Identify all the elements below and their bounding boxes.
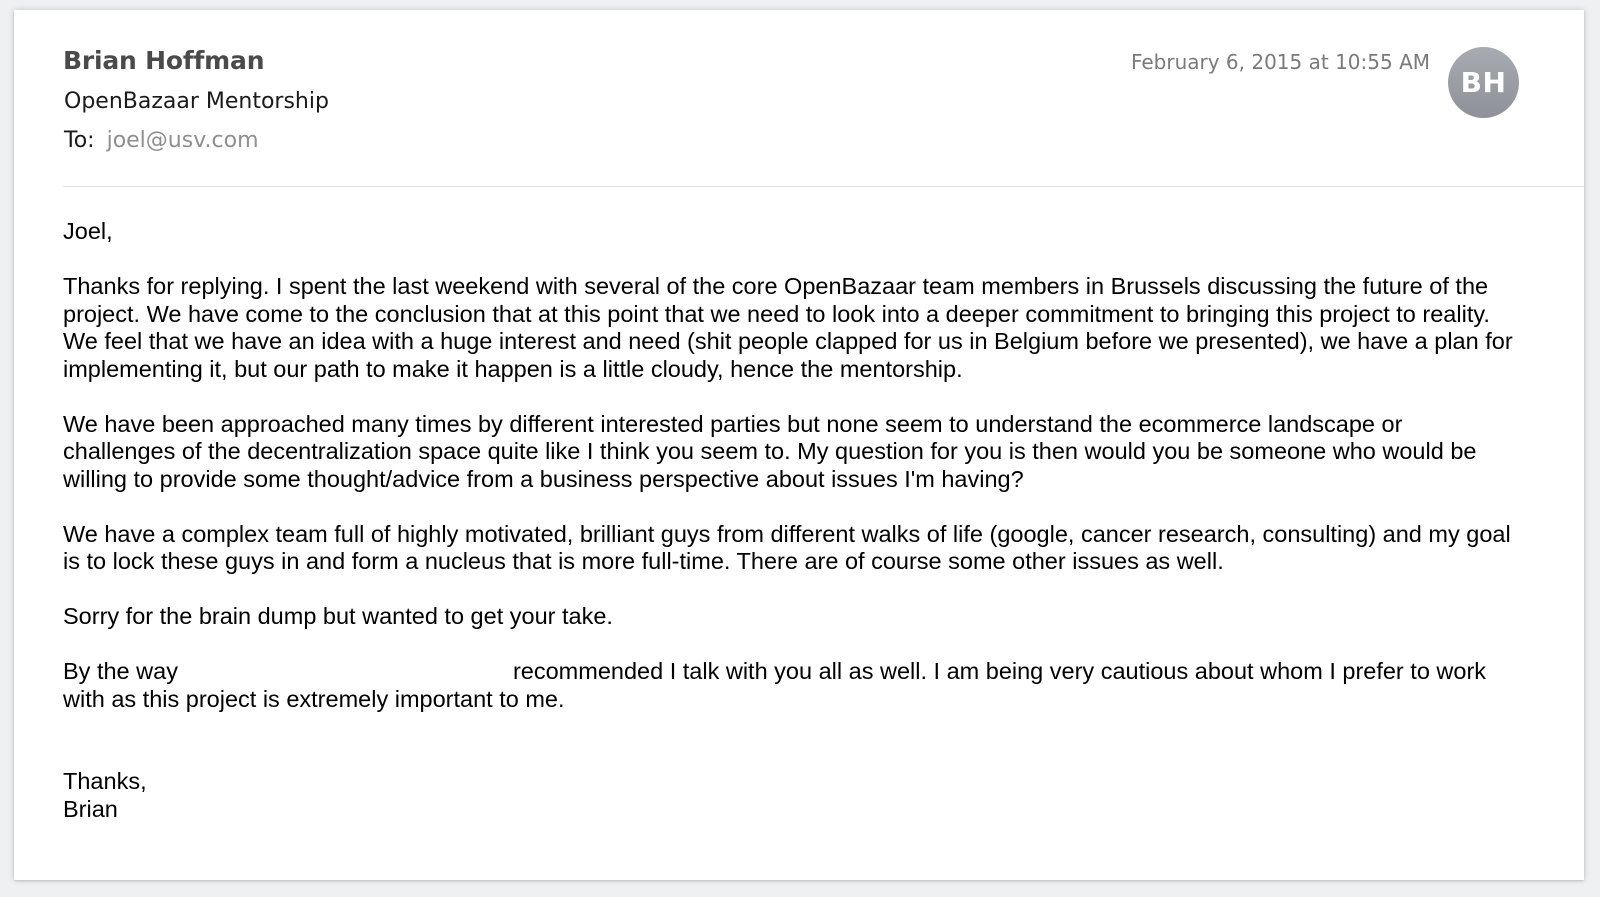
email-timestamp: February 6, 2015 at 10:55 AM xyxy=(1130,50,1430,74)
email-message-card: Brian Hoffman OpenBazaar Mentorship To: j… xyxy=(14,10,1584,880)
paragraph-5-start: By the way xyxy=(63,658,178,684)
signature: Brian xyxy=(63,795,118,822)
sender-name[interactable]: Brian Hoffman xyxy=(63,46,264,75)
body-paragraph-2: We have been approached many times by di… xyxy=(63,410,1477,492)
body-paragraph-1: Thanks for replying. I spent the last we… xyxy=(63,273,1513,382)
signoff: Thanks, xyxy=(63,768,147,794)
paragraph-5-end: recommended I talk with you all as well.… xyxy=(63,658,1487,712)
body-paragraph-5: By the way recommended I talk with you al… xyxy=(63,658,1513,713)
recipient-line: To: joel@usv.com xyxy=(64,128,259,153)
body-paragraph-4: Sorry for the brain dump but wanted to g… xyxy=(63,603,613,629)
email-body: Joel, Thanks for replying. I spent the l… xyxy=(63,218,1513,823)
header-divider xyxy=(63,186,1584,187)
to-label: To: xyxy=(64,128,95,153)
greeting: Joel, xyxy=(63,218,113,244)
recipient-address[interactable]: joel@usv.com xyxy=(107,128,259,153)
email-subject: OpenBazaar Mentorship xyxy=(64,89,329,114)
sender-avatar[interactable]: BH xyxy=(1448,47,1519,118)
body-paragraph-3: We have a complex team full of highly mo… xyxy=(63,520,1511,575)
